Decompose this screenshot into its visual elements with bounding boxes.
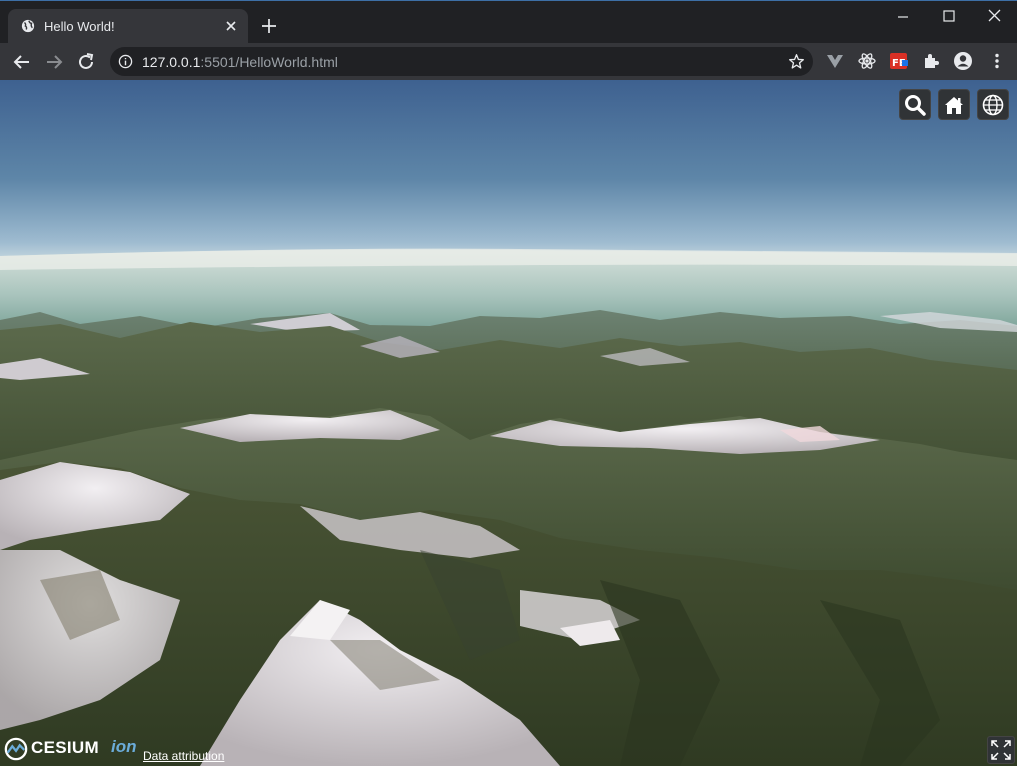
address-bar[interactable]: 127.0.0.1:5501/HelloWorld.html [110, 47, 813, 76]
browser-tab[interactable]: Hello World! [8, 9, 248, 44]
browser-toolbar: 127.0.0.1:5501/HelloWorld.html FE [0, 43, 1017, 80]
globe-icon [21, 19, 35, 33]
back-arrow-icon[interactable] [10, 50, 34, 74]
search-icon [905, 95, 926, 116]
geocoder-search-button[interactable] [899, 89, 931, 120]
react-devtools-icon[interactable] [857, 51, 877, 71]
close-window-icon[interactable] [984, 7, 1006, 27]
info-icon[interactable] [118, 54, 133, 69]
cesium-brand-text: CESIUM [31, 738, 99, 757]
cesium-logo-icon [4, 737, 28, 761]
browser-tab-strip: Hello World! [0, 0, 1017, 44]
fullscreen-button[interactable] [987, 736, 1015, 764]
scene-mode-button[interactable] [977, 89, 1009, 120]
data-attribution-link[interactable]: Data attribution [143, 749, 224, 763]
terrain-scene[interactable] [0, 80, 1017, 766]
url-text[interactable]: 127.0.0.1:5501/HelloWorld.html [142, 54, 338, 70]
cesium-viewer[interactable]: CESIUM ion Data attribution [0, 80, 1017, 766]
vuejs-devtools-icon[interactable] [825, 51, 845, 71]
home-icon [945, 97, 963, 114]
bookmark-star-icon[interactable] [788, 53, 805, 70]
fehelper-icon[interactable]: FE [889, 51, 909, 71]
tab-title: Hello World! [44, 19, 115, 34]
close-tab-icon[interactable] [223, 18, 239, 34]
reload-icon[interactable] [74, 50, 98, 74]
maximize-icon[interactable] [938, 7, 960, 27]
home-view-button[interactable] [938, 89, 970, 120]
ion-brand-text: ion [111, 737, 137, 756]
fullscreen-icon [991, 740, 1011, 760]
forward-arrow-icon[interactable] [42, 50, 66, 74]
profile-icon[interactable] [953, 51, 973, 71]
extensions-puzzle-icon[interactable] [921, 51, 941, 71]
minimize-icon[interactable] [892, 7, 914, 27]
menu-dots-icon[interactable] [987, 51, 1007, 71]
new-tab-icon[interactable] [260, 17, 278, 35]
globe-icon [982, 94, 1004, 116]
